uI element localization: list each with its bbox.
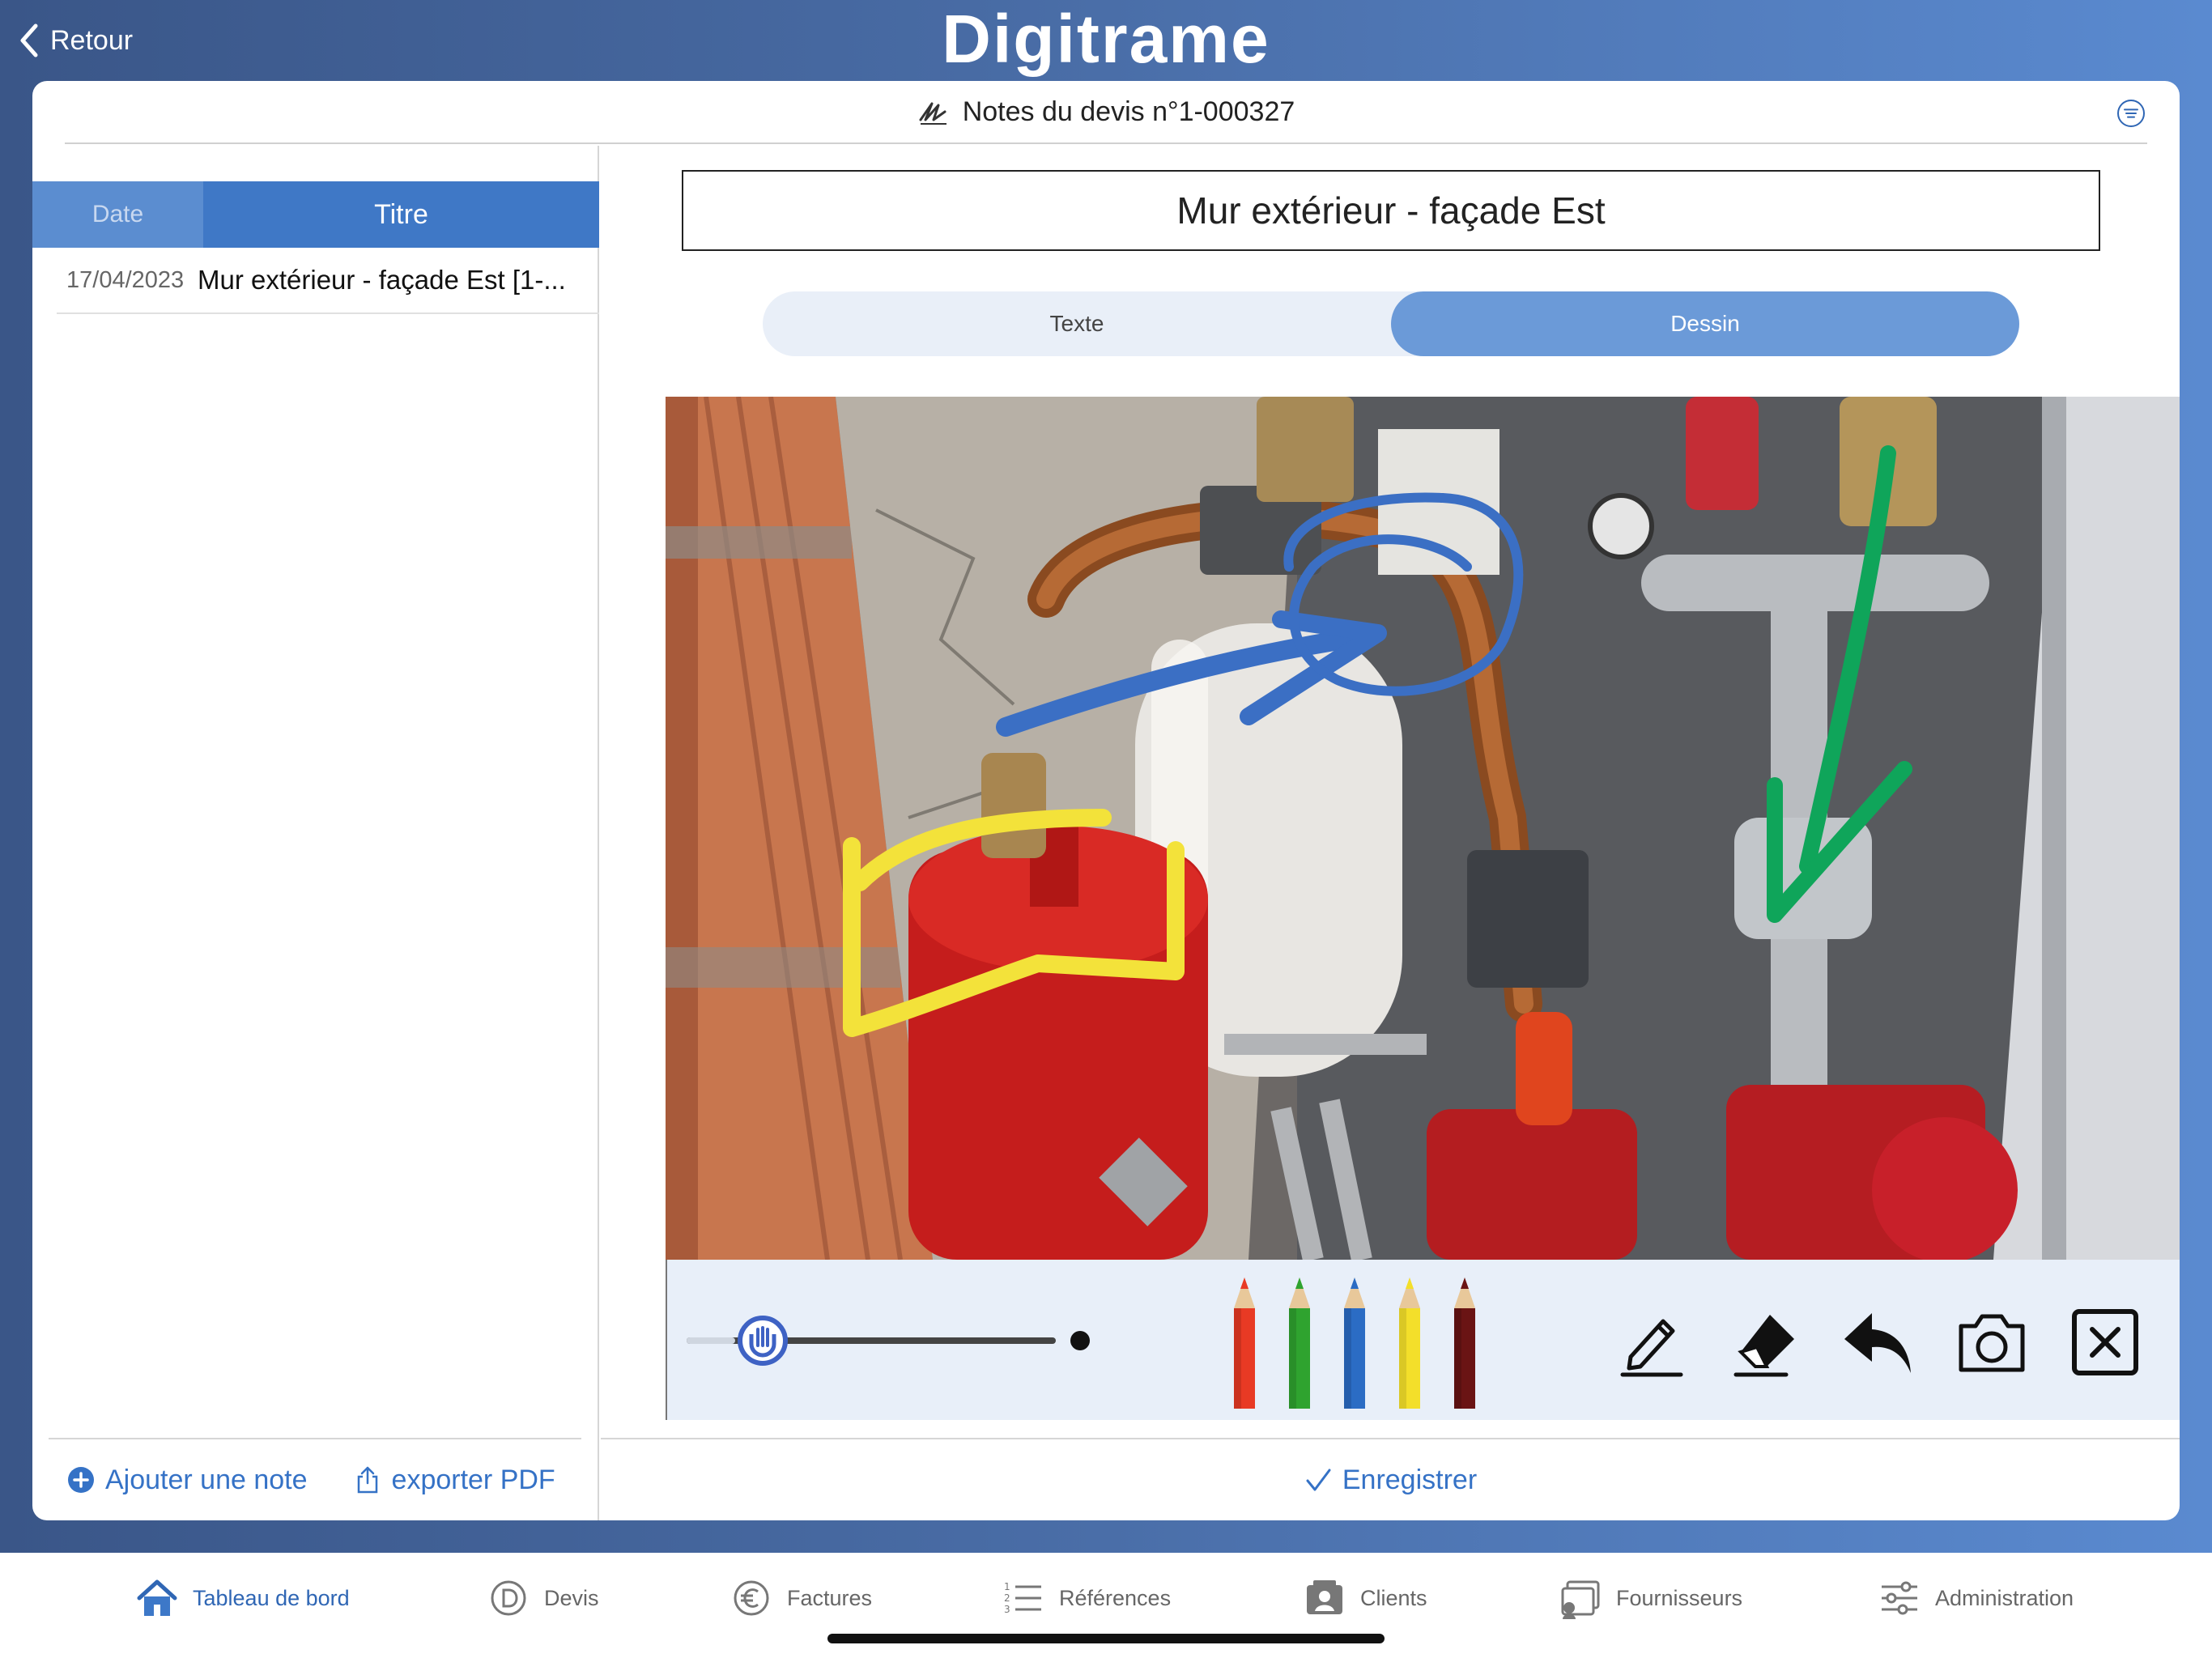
add-note-button[interactable]: Ajouter une note [66,1465,308,1496]
undo-icon [1844,1313,1911,1373]
mode-switch: Texte Dessin [763,291,2019,356]
tab-invoices[interactable]: Factures [729,1572,872,1624]
tab-text-mode[interactable]: Texte [763,291,1391,356]
pencil-red-icon[interactable] [1231,1276,1258,1412]
save-label: Enregistrer [1342,1464,1478,1495]
brush-size-thumb-icon[interactable] [737,1315,789,1367]
list-footer: Ajouter une note exporter PDF [49,1438,581,1520]
save-button[interactable]: Enregistrer [1304,1465,1477,1496]
svg-text:3: 3 [1004,1604,1010,1615]
filter-menu-icon[interactable] [2115,99,2147,128]
list-header: Date Titre [32,181,599,248]
brush-size-max-dot [1070,1331,1090,1350]
tab-administration-label: Administration [1935,1585,2074,1610]
signature-icon [919,102,946,125]
tab-references-label: Références [1059,1585,1172,1610]
clear-drawing-button[interactable] [2066,1303,2144,1381]
tab-dashboard-label: Tableau de bord [193,1585,350,1610]
pencil-green-icon[interactable] [1286,1276,1313,1412]
note-editor: Mur extérieur - façade Est Texte Dessin [601,146,2180,1520]
list-icon: 123 [1004,1581,1041,1615]
tab-administration[interactable]: Administration [1877,1572,2074,1624]
top-bar: Retour Digitrame [0,0,2212,81]
pencil-blue-icon[interactable] [1341,1276,1368,1412]
note-date: 17/04/2023 [66,266,185,293]
clients-icon [1307,1580,1342,1614]
close-icon [2072,1309,2138,1375]
tab-suppliers-label: Fournisseurs [1616,1585,1743,1610]
pen-icon [1620,1319,1683,1377]
note-title: Mur extérieur - façade Est [1-... [198,265,566,295]
app-logo: Digitrame [942,1,1270,77]
tab-clients[interactable]: Clients [1302,1572,1427,1624]
home-indicator [827,1634,1385,1643]
pencil-brown-icon[interactable] [1451,1276,1478,1412]
share-icon [357,1466,377,1494]
tab-dashboard[interactable]: Tableau de bord [134,1572,350,1624]
export-pdf-button[interactable]: exporter PDF [353,1465,555,1496]
camera-icon [1959,1314,2025,1372]
tab-references[interactable]: 123 Références [1001,1572,1171,1624]
plus-circle-icon [68,1467,94,1493]
column-title[interactable]: Titre [203,181,599,248]
drawing-toolbar [666,1260,2180,1420]
euro-icon [734,1580,769,1616]
undo-button[interactable] [1840,1303,1917,1381]
photo-canvas[interactable] [666,397,2180,1260]
checkmark-icon [1306,1469,1331,1491]
camera-button[interactable] [1953,1303,2031,1381]
add-note-label: Ajouter une note [105,1464,308,1495]
note-title-field[interactable]: Mur extérieur - façade Est [682,170,2100,251]
export-pdf-label: exporter PDF [391,1464,555,1495]
tab-drawing-mode[interactable]: Dessin [1391,291,2019,356]
sliders-icon [1882,1581,1917,1615]
eraser-tool-button[interactable] [1726,1303,1804,1381]
pen-tool-button[interactable] [1613,1303,1691,1381]
notes-card: Notes du devis n°1-000327 Date Titre 17/… [32,81,2180,1520]
svg-text:2: 2 [1004,1592,1010,1604]
column-date[interactable]: Date [32,181,203,248]
tab-invoices-label: Factures [787,1585,873,1610]
card-header: Notes du devis n°1-000327 [65,81,2147,144]
page-title: Notes du devis n°1-000327 [962,96,1295,127]
quote-icon [491,1580,526,1616]
eraser-icon [1733,1315,1794,1377]
svg-text:1: 1 [1004,1581,1010,1592]
tab-quotes[interactable]: Devis [486,1572,599,1624]
pencil-yellow-icon[interactable] [1396,1276,1423,1412]
tab-suppliers[interactable]: Fournisseurs [1558,1572,1742,1624]
suppliers-icon [1561,1580,1600,1619]
notes-list-panel: Date Titre 17/04/2023 Mur extérieur - fa… [32,146,599,1520]
editor-footer: Enregistrer [601,1438,2180,1520]
tab-clients-label: Clients [1360,1585,1427,1610]
home-icon [137,1579,177,1616]
list-item[interactable]: 17/04/2023 Mur extérieur - façade Est [1… [57,248,599,314]
annotated-photo[interactable] [666,397,2180,1260]
tab-quotes-label: Devis [544,1585,599,1610]
slider-fill [687,1337,735,1344]
